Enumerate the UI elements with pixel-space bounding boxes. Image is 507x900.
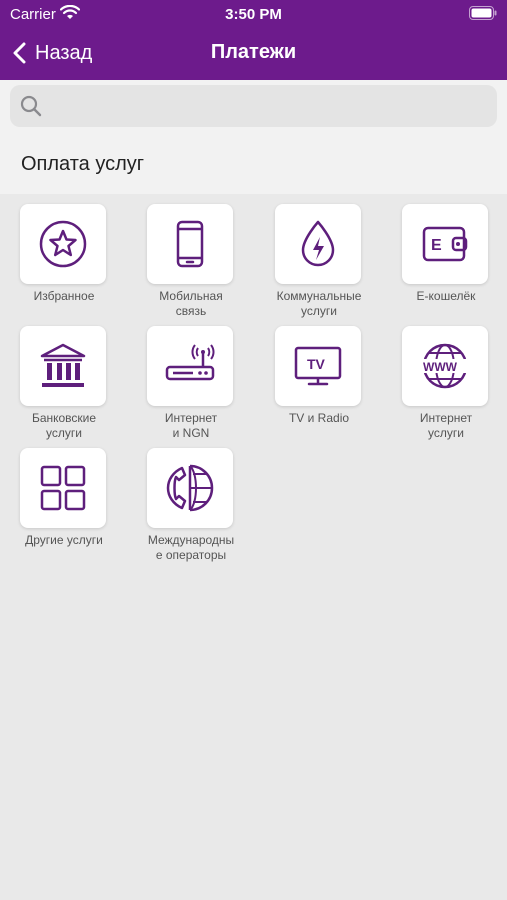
smartphone-icon [176, 220, 204, 268]
category-tile [20, 448, 106, 528]
wallet-icon: E [422, 226, 468, 262]
tv-icon: TV [294, 346, 342, 386]
navigation-bar: Назад Платежи [0, 28, 507, 80]
category-label: Другие услуги [25, 533, 103, 547]
bank-icon [40, 343, 86, 387]
category-label: Интернет и NGN [164, 411, 218, 440]
category-tile: WWW [402, 326, 488, 406]
search-bar [0, 80, 507, 132]
svg-text:TV: TV [307, 356, 326, 372]
svg-text:WWW: WWW [423, 360, 458, 374]
category-label: TV и Radio [288, 411, 350, 425]
search-input[interactable] [10, 85, 497, 127]
status-bar: Carrier 3:50 PM [0, 0, 507, 28]
category-tile: E [402, 204, 488, 284]
grid-icon [40, 465, 86, 511]
header-background: Carrier 3:50 PM Назад Платежи [0, 0, 507, 80]
category-tile [20, 326, 106, 406]
category-tile: TV [275, 326, 361, 406]
category-tile [147, 204, 233, 284]
page-title: Платежи [210, 41, 297, 63]
router-icon [165, 344, 215, 381]
category-tile [147, 326, 233, 406]
category-label: Интернет услуги [419, 411, 473, 440]
section-title: Оплата услуг [21, 153, 145, 175]
category-tile [275, 204, 361, 284]
utility-drop-icon [301, 220, 335, 267]
section-header: Оплата услуг [0, 132, 507, 194]
search-icon [20, 95, 42, 117]
status-time: 3:50 PM [225, 6, 282, 23]
phone-globe-icon [166, 464, 214, 512]
svg-text:E: E [431, 237, 442, 254]
category-tile [20, 204, 106, 284]
category-label: Избранное [33, 289, 95, 303]
category-label: Коммунальные услуги [276, 289, 362, 318]
battery-icon [469, 6, 497, 20]
star-icon [39, 220, 87, 268]
category-label: E-кошелёк [416, 289, 476, 303]
category-tile [147, 448, 233, 528]
www-globe-icon: WWW [421, 343, 469, 389]
category-label: Международны е операторы [147, 533, 235, 562]
category-label: Банковские услуги [31, 411, 97, 440]
category-label: Мобильная связь [159, 289, 223, 318]
